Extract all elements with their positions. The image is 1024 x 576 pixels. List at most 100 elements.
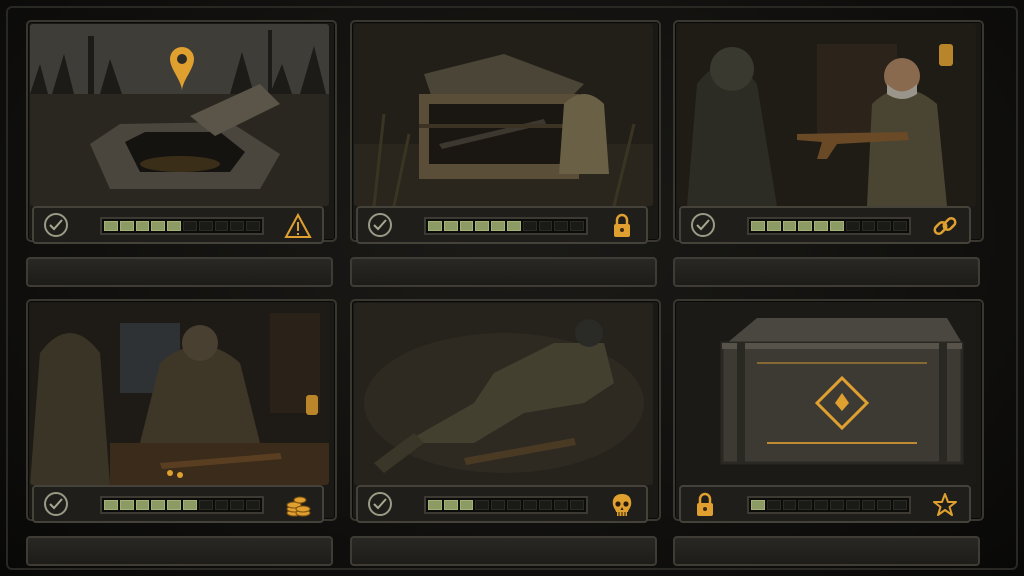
progress-segment — [491, 221, 505, 231]
progress-segment — [182, 500, 197, 510]
lock-icon[interactable] — [608, 212, 636, 240]
progress-segment — [751, 221, 765, 231]
check-icon — [44, 492, 68, 516]
progress-segment — [475, 221, 490, 231]
progress-segment — [214, 221, 229, 231]
coins-icon[interactable] — [284, 491, 312, 519]
stash-hatch-illustration — [30, 24, 329, 206]
status-bar — [356, 206, 648, 244]
progress-segment — [475, 500, 490, 510]
status-bar — [679, 485, 971, 523]
status-bar — [679, 206, 971, 244]
progress-segment — [135, 500, 150, 510]
card-nameplate — [26, 257, 333, 287]
warning-icon[interactable] — [284, 212, 312, 240]
progress-segment — [119, 500, 134, 510]
progress-bar — [100, 496, 264, 514]
card-nameplate — [673, 536, 980, 566]
progress-segment — [798, 221, 813, 231]
progress-segment — [751, 500, 765, 510]
check-icon — [368, 213, 392, 237]
progress-segment — [230, 500, 245, 510]
progress-segment — [538, 221, 553, 231]
progress-bar — [100, 217, 264, 235]
progress-segment — [182, 221, 197, 231]
progress-segment — [814, 221, 828, 231]
supply-crate-illustration — [354, 24, 653, 206]
progress-segment — [230, 221, 245, 231]
progress-segment — [167, 500, 181, 510]
progress-bar — [424, 217, 588, 235]
card-nameplate — [350, 257, 657, 287]
progress-segment — [861, 221, 876, 231]
progress-segment — [538, 500, 553, 510]
chain-link-icon[interactable] — [931, 212, 959, 240]
progress-bar — [424, 496, 588, 514]
card-nameplate — [26, 536, 333, 566]
progress-segment — [893, 221, 907, 231]
progress-segment — [845, 221, 860, 231]
progress-segment — [570, 221, 584, 231]
progress-segment — [522, 221, 537, 231]
supply-crate-card[interactable] — [350, 20, 661, 288]
progress-segment — [459, 221, 474, 231]
progress-segment — [829, 500, 844, 510]
mission-board-frame — [0, 0, 1024, 576]
fallen-soldier-card[interactable] — [350, 299, 661, 567]
status-bar — [32, 206, 324, 244]
progress-segment — [151, 500, 166, 510]
hidden-stash-card[interactable] — [26, 20, 337, 288]
progress-bar — [747, 496, 911, 514]
progress-segment — [522, 500, 537, 510]
status-bar — [32, 485, 324, 523]
progress-segment — [814, 500, 828, 510]
check-icon — [368, 492, 392, 516]
progress-segment — [443, 221, 458, 231]
progress-segment — [506, 221, 521, 231]
check-icon — [691, 213, 715, 237]
locked-chest-card[interactable] — [673, 299, 984, 567]
star-icon[interactable] — [931, 491, 959, 519]
progress-segment — [845, 500, 860, 510]
check-icon — [44, 213, 68, 237]
progress-segment — [766, 500, 781, 510]
progress-segment — [428, 221, 442, 231]
trade-illustration — [677, 24, 976, 206]
progress-segment — [214, 500, 229, 510]
skull-icon[interactable] — [608, 491, 636, 519]
progress-segment — [104, 500, 118, 510]
progress-segment — [893, 500, 907, 510]
progress-segment — [104, 221, 118, 231]
chest-illustration — [677, 303, 976, 485]
card-nameplate — [350, 536, 657, 566]
progress-segment — [829, 221, 844, 231]
progress-segment — [119, 221, 134, 231]
progress-segment — [198, 221, 213, 231]
progress-segment — [861, 500, 876, 510]
progress-segment — [198, 500, 213, 510]
progress-bar — [747, 217, 911, 235]
progress-segment — [428, 500, 442, 510]
mission-grid — [22, 20, 1002, 566]
progress-segment — [798, 500, 813, 510]
progress-segment — [877, 500, 892, 510]
progress-segment — [151, 221, 166, 231]
fallen-soldier-illustration — [354, 303, 653, 485]
progress-segment — [570, 500, 584, 510]
progress-segment — [877, 221, 892, 231]
trader-card[interactable] — [26, 299, 337, 567]
status-bar — [356, 485, 648, 523]
card-nameplate — [673, 257, 980, 287]
progress-segment — [491, 500, 505, 510]
lock-icon[interactable] — [691, 491, 719, 519]
trader-illustration — [30, 303, 329, 485]
progress-segment — [782, 500, 797, 510]
progress-segment — [246, 500, 260, 510]
progress-segment — [246, 221, 260, 231]
progress-segment — [554, 221, 569, 231]
progress-segment — [782, 221, 797, 231]
progress-segment — [766, 221, 781, 231]
progress-segment — [506, 500, 521, 510]
trade-deal-card[interactable] — [673, 20, 984, 288]
progress-segment — [135, 221, 150, 231]
